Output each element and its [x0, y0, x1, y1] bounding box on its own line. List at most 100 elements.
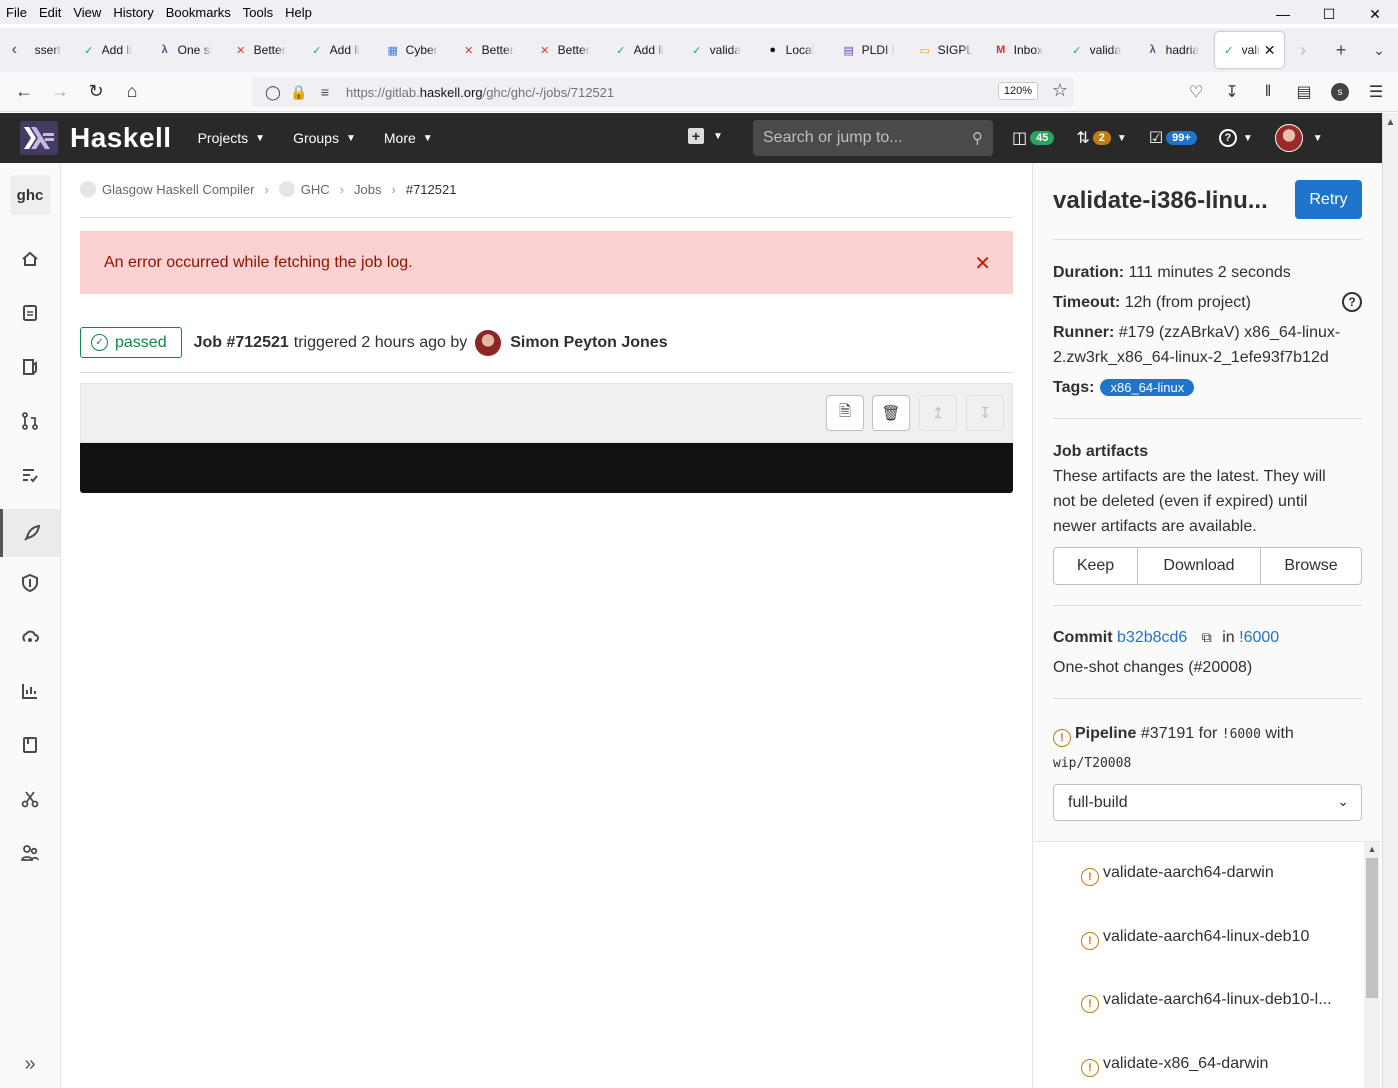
- hamburger-menu-icon[interactable]: ☰: [1358, 76, 1394, 108]
- bookmark-star-icon[interactable]: ☆: [1052, 80, 1068, 101]
- menu-file[interactable]: File: [6, 5, 27, 20]
- browser-tab[interactable]: ✓ valida: [683, 32, 759, 68]
- tab-active[interactable]: ✓ vali ✕: [1214, 32, 1284, 68]
- breadcrumb-group[interactable]: Glasgow Haskell Compiler: [102, 182, 254, 197]
- pipeline-id[interactable]: #37191 for: [1141, 725, 1218, 742]
- tab-scroll-right-icon[interactable]: ›: [1284, 40, 1322, 61]
- menu-bookmarks[interactable]: Bookmarks: [166, 5, 231, 20]
- back-icon[interactable]: ←: [6, 76, 42, 108]
- browser-tab[interactable]: ✓ Add li: [75, 32, 151, 68]
- list-item[interactable]: ! validate-aarch64-linux-deb10-l...: [1081, 991, 1343, 1013]
- issues-shortcut[interactable]: ◫ 45: [1012, 128, 1055, 148]
- search-input[interactable]: Search or jump to... ⚲: [753, 120, 993, 156]
- scroll-up-icon[interactable]: ▲: [1364, 844, 1380, 854]
- merge-requests-shortcut[interactable]: ⇅ 2 ▼: [1076, 128, 1126, 148]
- url-text[interactable]: https://gitlab.haskell.org/ghc/ghc/-/job…: [346, 85, 614, 100]
- browser-tab[interactable]: ▤ PLDI I: [835, 32, 911, 68]
- browser-tab[interactable]: ✕ Better: [531, 32, 607, 68]
- tab-scroll-left-icon[interactable]: ‹: [0, 41, 29, 59]
- members-icon[interactable]: [0, 833, 60, 873]
- breadcrumb-project[interactable]: GHC: [301, 182, 330, 197]
- scroll-bottom-button[interactable]: ↧: [966, 395, 1004, 431]
- menu-history[interactable]: History: [113, 5, 153, 20]
- menu-help[interactable]: Help: [285, 5, 312, 20]
- snippets-icon[interactable]: [0, 779, 60, 819]
- zoom-level[interactable]: 120%: [997, 82, 1038, 100]
- list-item[interactable]: ! validate-aarch64-darwin: [1081, 864, 1343, 886]
- home-icon[interactable]: [0, 239, 60, 279]
- browser-tab[interactable]: ● Local: [759, 32, 835, 68]
- avatar[interactable]: [475, 329, 502, 356]
- commit-sha-link[interactable]: b32b8cd6: [1117, 629, 1187, 646]
- menu-more[interactable]: More ▼: [384, 130, 433, 146]
- forward-icon[interactable]: →: [42, 76, 78, 108]
- analytics-icon[interactable]: [0, 671, 60, 711]
- list-item[interactable]: ! validate-x86_64-darwin: [1081, 1055, 1343, 1077]
- page-scrollbar[interactable]: ▲: [1382, 113, 1398, 1088]
- sidebar-toggle-icon[interactable]: ▤: [1286, 76, 1322, 108]
- browser-tab[interactable]: ✓ Add li: [607, 32, 683, 68]
- merge-requests-icon[interactable]: [0, 401, 60, 441]
- help-icon[interactable]: ?: [1342, 292, 1362, 312]
- browser-tab[interactable]: λ hadria: [1139, 32, 1215, 68]
- pipeline-branch[interactable]: wip/T20008: [1053, 756, 1131, 771]
- wiki-icon[interactable]: [0, 725, 60, 765]
- browser-tab[interactable]: M Inbox: [987, 32, 1063, 68]
- library-icon[interactable]: ‖: [1250, 76, 1286, 108]
- new-dropdown[interactable]: + ▼: [688, 128, 723, 144]
- breadcrumb-current[interactable]: #712521: [406, 182, 457, 197]
- lock-icon[interactable]: 🔒: [286, 84, 312, 101]
- menu-groups[interactable]: Groups ▼: [293, 130, 356, 146]
- browser-tab[interactable]: ▦ Cyber: [379, 32, 455, 68]
- new-tab-icon[interactable]: +: [1322, 40, 1360, 61]
- stage-select[interactable]: full-build ⌄: [1053, 784, 1362, 821]
- brand-logo[interactable]: Haskell: [20, 121, 172, 155]
- browse-button[interactable]: Browse: [1261, 548, 1361, 584]
- copy-icon[interactable]: ⧉: [1202, 629, 1212, 645]
- shield-icon[interactable]: [0, 563, 60, 603]
- project-avatar[interactable]: ghc: [10, 175, 50, 215]
- close-icon[interactable]: ✕: [974, 251, 991, 276]
- todos-shortcut[interactable]: ☑ 99+: [1149, 128, 1197, 148]
- minimize-icon[interactable]: —: [1260, 0, 1306, 28]
- close-window-icon[interactable]: ✕: [1352, 0, 1398, 28]
- raw-log-button[interactable]: 🗎: [826, 395, 864, 431]
- scroll-up-icon[interactable]: ▲: [1383, 113, 1398, 128]
- browser-tab[interactable]: ✓ valida: [1063, 32, 1139, 68]
- browser-tab[interactable]: λ One sl: [151, 32, 227, 68]
- download-button[interactable]: Download: [1138, 548, 1261, 584]
- maximize-icon[interactable]: ☐: [1306, 0, 1352, 28]
- browser-tab[interactable]: ▭ SIGPL: [911, 32, 987, 68]
- browser-tab[interactable]: ssert: [29, 32, 75, 68]
- jobs-scrollbar[interactable]: ▲: [1364, 842, 1380, 1088]
- list-all-tabs-icon[interactable]: ⌄: [1360, 42, 1398, 59]
- job-user[interactable]: Simon Peyton Jones: [510, 334, 667, 352]
- reload-icon[interactable]: ↻: [78, 76, 114, 108]
- issues-icon[interactable]: [0, 293, 60, 333]
- scrollbar-thumb[interactable]: [1366, 858, 1378, 998]
- breadcrumb-jobs[interactable]: Jobs: [354, 182, 381, 197]
- home-browser-icon[interactable]: ⌂: [114, 76, 150, 108]
- erase-log-button[interactable]: 🗑: [872, 395, 910, 431]
- browser-tab[interactable]: ✕ Better: [455, 32, 531, 68]
- url-bar[interactable]: ◯ 🔒 ≡ https://gitlab.haskell.org/ghc/ghc…: [252, 77, 1074, 107]
- pocket-icon[interactable]: ♡: [1178, 76, 1214, 108]
- keep-button[interactable]: Keep: [1054, 548, 1138, 584]
- help-dropdown[interactable]: ? ▼: [1218, 129, 1253, 147]
- menu-projects[interactable]: Projects ▼: [198, 130, 265, 146]
- browser-tab[interactable]: ✓ Add li: [303, 32, 379, 68]
- pipeline-ref[interactable]: !6000: [1222, 727, 1261, 742]
- account-icon[interactable]: s: [1322, 76, 1358, 108]
- list-item[interactable]: ! validate-aarch64-linux-deb10: [1081, 928, 1343, 950]
- merge-request-link[interactable]: !6000: [1239, 629, 1279, 646]
- warning-status-icon[interactable]: !: [1053, 729, 1071, 747]
- tracking-shield-icon[interactable]: ◯: [260, 84, 286, 101]
- issues-board-icon[interactable]: [0, 347, 60, 387]
- menu-view[interactable]: View: [73, 5, 101, 20]
- deployments-icon[interactable]: [0, 617, 60, 657]
- permissions-icon[interactable]: ≡: [312, 84, 338, 100]
- close-tab-icon[interactable]: ✕: [1264, 42, 1276, 59]
- retry-button[interactable]: Retry: [1295, 180, 1362, 219]
- scroll-top-button[interactable]: ↥: [919, 395, 957, 431]
- collapse-sidebar-icon[interactable]: »: [0, 1053, 60, 1076]
